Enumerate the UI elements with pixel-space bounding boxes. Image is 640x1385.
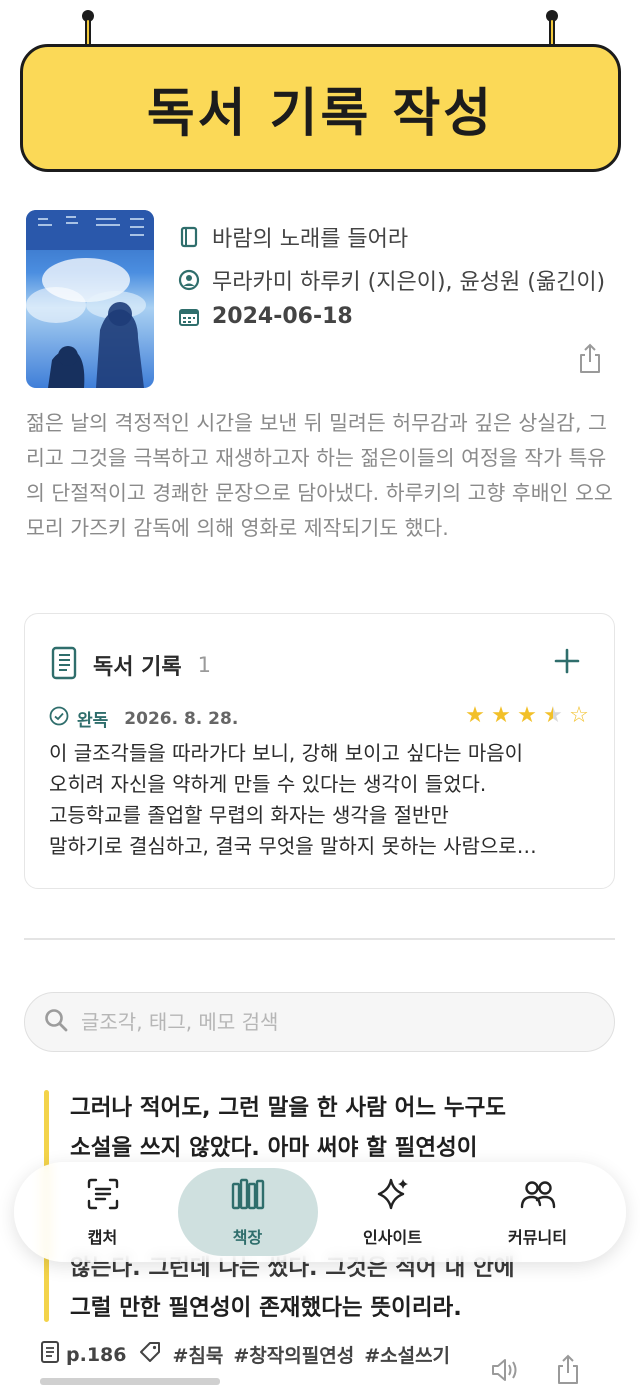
record-date: 2026. 8. 28. [124, 708, 239, 729]
calendar-icon [178, 306, 200, 328]
page-title: 독서 기록 작성 [146, 83, 495, 144]
page-icon [40, 1340, 60, 1369]
speaker-icon[interactable] [490, 1357, 520, 1383]
rating-stars: ★ ★ ★ ★ ☆ [464, 704, 590, 728]
tag-chip[interactable]: #소설쓰기 [364, 1341, 450, 1368]
nav-label: 캡처 [87, 1228, 118, 1247]
star-half-icon: ★ [543, 703, 563, 728]
quote-timestamp-partial [40, 1378, 220, 1385]
book-title-row: 바람의 노래를 들어라 [178, 221, 408, 253]
nav-label: 인사이트 [363, 1228, 422, 1247]
quote-share-icon[interactable] [555, 1354, 581, 1385]
book-date: 2024-06-18 [212, 304, 353, 329]
book-author-row: 무라카미 하루키 (지은이), 윤성원 (옮긴이) [178, 264, 618, 296]
book-icon [178, 226, 200, 248]
nav-insight[interactable]: 인사이트 [323, 1168, 463, 1256]
status-label: 완독 [77, 711, 109, 731]
book-title: 바람의 노래를 들어라 [212, 227, 409, 252]
record-status: 완독 2026. 8. 28. [49, 706, 238, 731]
book-description: 젊은 날의 격정적인 시간을 보낸 뒤 밀려든 허무감과 깊은 상실감, 그리고… [26, 411, 613, 540]
add-record-button[interactable] [554, 648, 580, 674]
page-number: p.186 [66, 1343, 127, 1366]
tag-chip[interactable]: #창작의필연성 [233, 1341, 354, 1368]
book-date-row: 2024-06-18 [178, 304, 353, 329]
record-line: 고등학교를 졸업할 무렵의 화자는 생각을 절반만 [49, 803, 449, 827]
star-full-icon: ★ [491, 703, 511, 728]
star-full-icon: ★ [517, 703, 537, 728]
search-input[interactable] [81, 1010, 581, 1034]
community-icon [520, 1176, 556, 1216]
record-text: 이 글조각들을 따라가다 보니, 강해 보이고 싶다는 마음이 오히려 자신을 … [49, 738, 594, 862]
search-bar[interactable] [24, 992, 615, 1052]
nav-label: 책장 [232, 1228, 263, 1247]
tag-chip[interactable]: #침묵 [172, 1341, 223, 1368]
bookshelf-icon [230, 1176, 266, 1216]
quote-meta: p.186 #침묵 #창작의필연성 #소설쓰기 [40, 1340, 450, 1369]
star-empty-icon: ☆ [569, 703, 589, 728]
nav-bookshelf[interactable]: 책장 [177, 1168, 318, 1256]
book-author: 무라카미 하루키 (지은이), 윤성원 (옮긴이) [212, 270, 606, 295]
quote-line: 그러나 적어도, 그런 말을 한 사람 어느 누구도 [70, 1095, 506, 1121]
check-circle-icon [49, 706, 69, 731]
card-title: 독서 기록 [93, 655, 182, 680]
card-header: 독서 기록 1 [49, 646, 211, 684]
share-icon[interactable] [577, 343, 603, 375]
bottom-nav: 캡처 책장 인사이트 커뮤니티 [14, 1162, 626, 1262]
book-cover-image[interactable] [26, 210, 154, 388]
nav-community[interactable]: 커뮤니티 [468, 1168, 608, 1256]
person-icon [178, 269, 200, 291]
notebook-icon [49, 646, 79, 684]
nav-capture[interactable]: 캡처 [33, 1168, 173, 1256]
quote-line: 그럴 만한 필연성이 존재했다는 뜻이리라. [70, 1295, 462, 1321]
nav-label: 커뮤니티 [508, 1228, 567, 1247]
record-count: 1 [197, 653, 211, 677]
search-icon [43, 1007, 69, 1037]
reading-record-card[interactable]: 독서 기록 1 완독 2026. 8. 28. ★ ★ ★ ★ ☆ 이 글조각들을 따라… [24, 613, 615, 889]
capture-icon [85, 1176, 121, 1216]
record-line: 오히려 자신을 약하게 만들 수 있다는 생각이 들었다. [49, 772, 487, 796]
sparkle-icon [375, 1176, 411, 1216]
record-line: 말하기로 결심하고, 결국 무엇을 말하지 못하는 사람으로… [49, 834, 537, 858]
tag-icon [138, 1340, 162, 1369]
star-full-icon: ★ [465, 703, 485, 728]
section-divider [24, 938, 615, 940]
record-line: 이 글조각들을 따라가다 보니, 강해 보이고 싶다는 마음이 [49, 741, 524, 765]
header-board: 독서 기록 작성 [20, 44, 621, 172]
